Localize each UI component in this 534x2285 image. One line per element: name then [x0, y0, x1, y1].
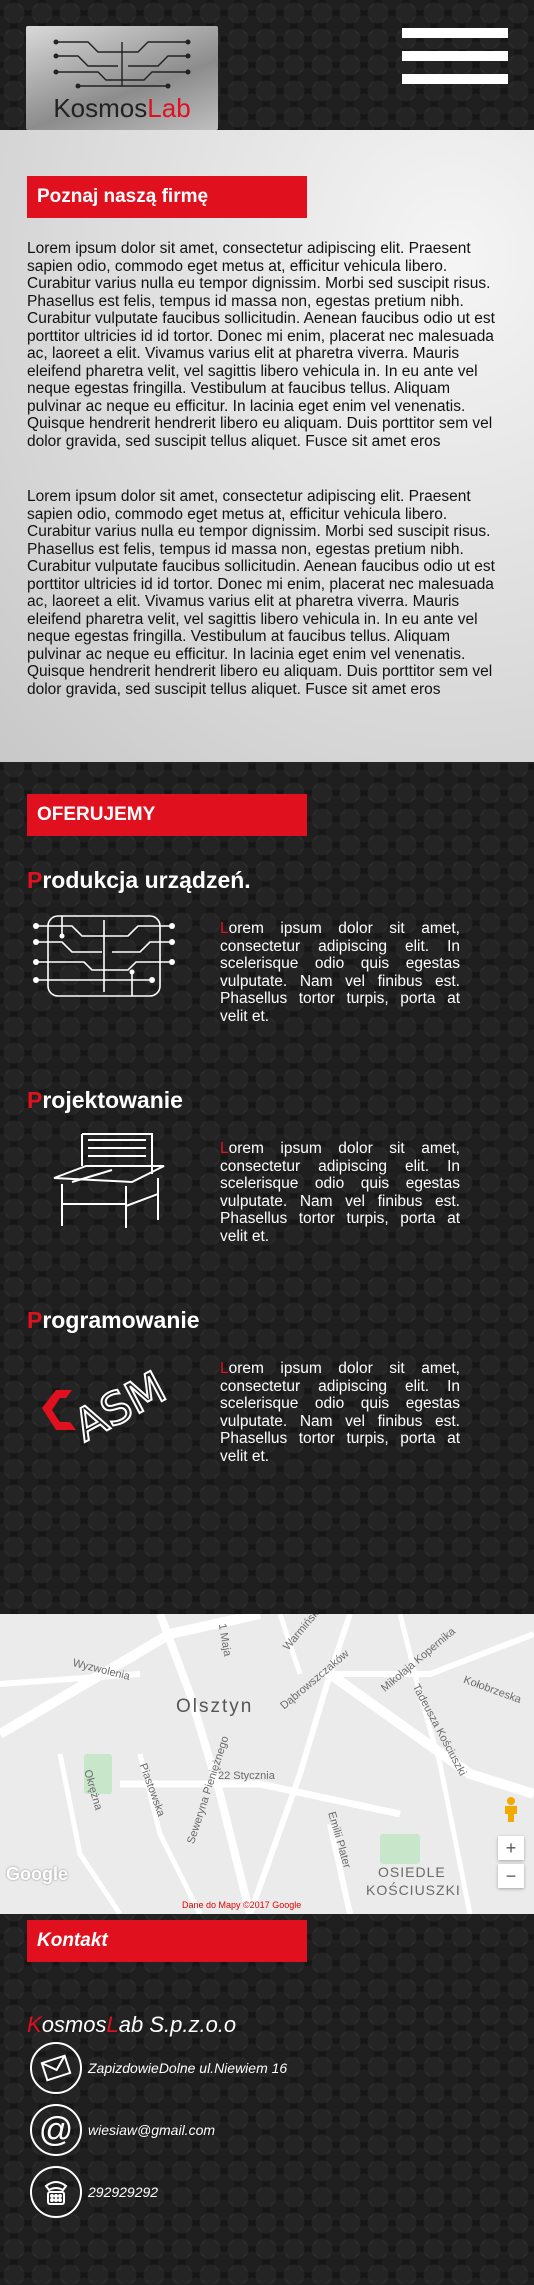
zoom-out-button[interactable]: − [498, 1864, 524, 1888]
contact-title: Kontakt [27, 1920, 307, 1962]
google-map[interactable]: Wyzwolenia 1 Maja Warmińska Dąbrowszczak… [0, 1614, 534, 1914]
about-paragraph-2: Lorem ipsum dolor sit amet, consectetur … [27, 488, 495, 698]
kosmoslab-logo[interactable]: KosmosLab [26, 26, 218, 130]
phone-text[interactable]: 292929292 [88, 2184, 158, 2200]
service-text-programming: Lorem ipsum dolor sit amet, consectetur … [220, 1360, 460, 1465]
map-attribution[interactable]: Dane do Mapy ©2017 Google [182, 1900, 301, 1910]
map-city-label: Olsztyn [176, 1696, 254, 1717]
menu-bar [402, 74, 508, 84]
envelope-icon [30, 2042, 82, 2094]
circuit-board-icon [33, 915, 175, 997]
google-logo[interactable]: Google [6, 1864, 68, 1885]
about-title: Poznaj naszą firmę [27, 176, 307, 218]
map-district-label: OSIEDLE [378, 1864, 446, 1880]
menu-bar [402, 51, 508, 61]
hamburger-menu-button[interactable] [402, 28, 508, 90]
email-text[interactable]: wiesiaw@gmail.com [88, 2122, 215, 2138]
menu-bar [402, 28, 508, 38]
service-text-design: Lorem ipsum dolor sit amet, consectetur … [220, 1140, 460, 1245]
at-sign-icon: @ [30, 2104, 82, 2156]
address-text: ZapizdowieDolne ul.Niewiem 16 [88, 2060, 288, 2076]
service-title-production: Produkcja urządzeń. [27, 867, 251, 893]
about-paragraph-1: Lorem ipsum dolor sit amet, consectetur … [27, 240, 495, 450]
site-header: KosmosLab [0, 0, 534, 130]
circuit-logo-icon [53, 39, 191, 89]
service-text-production: Lorem ipsum dolor sit amet, consectetur … [220, 920, 460, 1025]
drafting-desk-icon [53, 1133, 165, 1228]
service-title-design: Projektowanie [27, 1087, 183, 1113]
pegman-icon[interactable] [502, 1796, 520, 1822]
service-title-programming: Programowanie [27, 1307, 200, 1333]
svg-text:ASM: ASM [66, 1362, 175, 1452]
offer-section: OFERUJEMY Produkcja urządzeń. Lorem ipsu… [0, 762, 534, 1614]
asm-logo-icon: ASM [42, 1361, 175, 1452]
zoom-in-button[interactable]: + [498, 1836, 524, 1860]
map-label: 22 Stycznia [218, 1770, 275, 1782]
about-section: Poznaj naszą firmę Lorem ipsum dolor sit… [0, 130, 534, 762]
phone-icon [30, 2166, 82, 2218]
contact-section: Kontakt KosmosLab S.p.z.o.o ZapizdowieDo… [0, 1914, 534, 2285]
company-name: KosmosLab S.p.z.o.o [27, 2012, 237, 2037]
logo-text: KosmosLab [53, 93, 191, 123]
map-district-label: KOŚCIUSZKI [366, 1882, 461, 1898]
offer-title: OFERUJEMY [27, 794, 307, 836]
